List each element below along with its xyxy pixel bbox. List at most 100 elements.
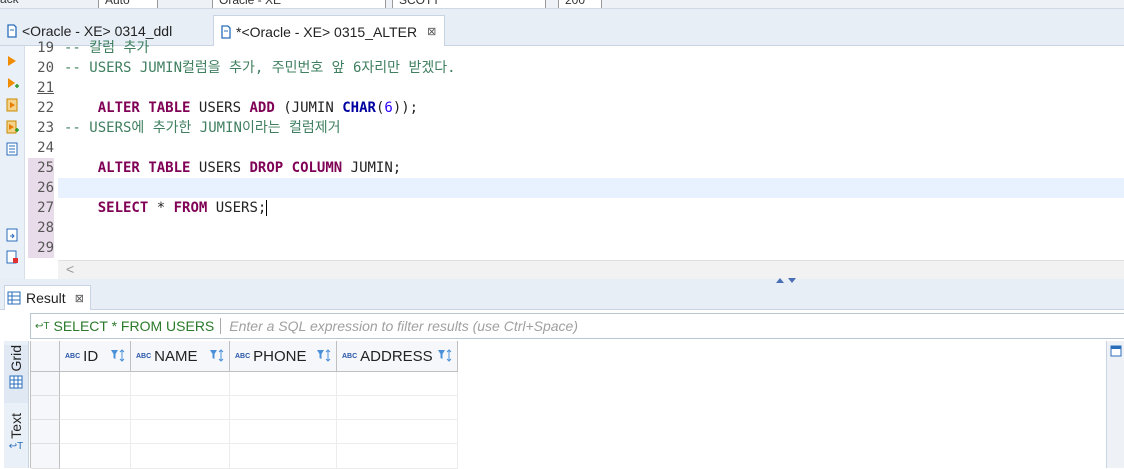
grid-cell[interactable] [337,372,458,396]
grid-cell[interactable] [131,444,230,469]
grid-cell[interactable] [337,444,458,469]
schema-selector[interactable]: SCOTT [392,0,546,8]
row-header[interactable] [31,396,60,420]
editor-horizontal-scrollbar[interactable]: < [58,260,1124,279]
sql-file-icon [221,24,231,39]
row-header[interactable] [31,444,60,469]
grid-cell[interactable] [230,444,337,469]
line-number-gutter: 19 20 21 22 23 24 25 26 27 28 29 [28,40,58,260]
column-name: ID [83,347,99,365]
string-type-icon: ABC [235,352,251,360]
column-header-phone[interactable]: ABC PHONE [230,341,337,372]
close-icon[interactable]: ⊠ [427,25,436,38]
row-header[interactable] [31,420,60,444]
line-number: 23 [37,120,54,136]
line-number: 29 [28,238,54,258]
code-line-26: SELECT * FROM USERS; [97,200,268,216]
result-grid[interactable]: ABC ID ABC NAME ABC PHONE ABC ADDRESS [30,341,1107,469]
save-script-icon[interactable] [5,250,19,264]
result-view-switcher: Grid Text ↩T [4,341,29,468]
grid-view-icon [9,375,23,389]
maximize-arrows-icon[interactable] [774,277,800,285]
tab-label: Result [26,290,66,306]
grid-cell[interactable] [230,420,337,444]
code-line-21: ALTER TABLE USERS ADD (JUMIN CHAR(6)); [97,100,419,116]
close-icon[interactable]: ⊠ [75,292,84,305]
panels-toggle-icon[interactable] [1110,345,1122,357]
execute-new-tab-icon[interactable] [5,76,19,90]
connection-selector[interactable]: Oracle - XE [212,0,386,8]
grid-cell[interactable] [131,396,230,420]
grid-cell[interactable] [337,420,458,444]
editor-action-strip [0,46,25,280]
line-number: 20 [37,60,54,76]
commit-mode-button[interactable]: Auto [98,0,158,8]
load-script-icon[interactable] [5,228,19,242]
main-toolbar: ack Auto Oracle - XE SCOTT 200 [0,0,1124,9]
string-type-icon: ABC [65,352,81,360]
line-number: 27 [28,198,54,218]
grid-cell[interactable] [60,444,131,469]
row-header-corner [31,341,60,372]
grid-cell[interactable] [230,372,337,396]
string-type-icon: ABC [342,352,358,360]
tab-0315-alter[interactable]: *<Oracle - XE> 0315_ALTER ⊠ [213,15,446,47]
column-name: PHONE [253,347,307,365]
code-line-20: -- USERS JUMIN컬럼을 추가, 주민번호 앞 6자리만 받겠다. [64,60,456,76]
column-header-address[interactable]: ABC ADDRESS [337,341,458,372]
result-tab-bar: Result ⊠ [0,285,1124,310]
filter-sort-icon[interactable] [209,348,225,364]
tab-label: *<Oracle - XE> 0315_ALTER [236,23,418,40]
sql-editor[interactable]: -- 칼럼 추가 -- USERS JUMIN컬럼을 추가, 주민번호 앞 6자… [58,40,1124,260]
text-view-icon: ↩T [8,440,24,452]
grid-cell[interactable] [131,372,230,396]
current-query-label: SELECT * FROM USERS [53,318,215,334]
tab-label: <Oracle - XE> 0314_ddl [22,23,173,39]
column-name: NAME [154,347,198,365]
line-number: 26 [28,178,54,198]
grid-tab-label: Grid [8,345,24,372]
column-name: ADDRESS [360,347,433,365]
filter-sort-icon[interactable] [316,348,332,364]
string-type-icon: ABC [136,352,152,360]
grid-cell[interactable] [60,420,131,444]
execute-script-icon[interactable] [5,98,19,112]
code-line-24: ALTER TABLE USERS DROP COLUMN JUMIN; [97,160,402,176]
filter-sort-icon[interactable] [437,348,453,364]
row-header[interactable] [31,372,60,396]
tab-grid-view[interactable]: Grid [4,345,28,403]
execute-script-new-tab-icon[interactable] [5,120,19,134]
execute-statement-icon[interactable] [5,54,19,68]
line-number: 19 [37,40,54,56]
tab-result[interactable]: Result ⊠ [4,285,91,310]
explain-plan-icon[interactable] [5,142,19,156]
column-header-name[interactable]: ABC NAME [131,341,230,372]
code-line-19: -- 칼럼 추가 [64,40,150,56]
grid-cell[interactable] [60,396,131,420]
grid-cell[interactable] [337,396,458,420]
sql-file-icon [7,24,17,38]
grid-table-icon [7,291,21,305]
filter-sort-icon[interactable] [110,348,126,364]
line-number: 21 [37,80,54,96]
code-line-23: -- USERS에 추가한 JUMIN이라는 컬럼제거 [64,120,341,136]
line-number: 25 [28,158,54,178]
filter-expression-input[interactable] [227,317,932,335]
fetch-size-input[interactable]: 200 [558,0,602,8]
tab-text-view[interactable]: Text ↩T [4,413,28,468]
sql-query-icon: ↩T [35,320,50,332]
result-right-panel-strip [1106,341,1124,468]
line-number: 24 [37,140,54,156]
editor-tab-bar: <Oracle - XE> 0314_ddl *<Oracle - XE> 03… [0,9,1124,47]
text-cursor [266,200,268,216]
grid-cell[interactable] [230,396,337,420]
line-number: 22 [37,100,54,116]
grid-cell[interactable] [60,372,131,396]
grid-cell[interactable] [131,420,230,444]
text-tab-label: Text [8,413,24,439]
scroll-left-arrow-icon[interactable]: < [66,261,74,277]
back-label[interactable]: ack [0,0,19,7]
column-header-id[interactable]: ABC ID [60,341,131,372]
result-filter-bar: ↩T SELECT * FROM USERS [30,313,1124,339]
line-number: 28 [28,218,54,238]
